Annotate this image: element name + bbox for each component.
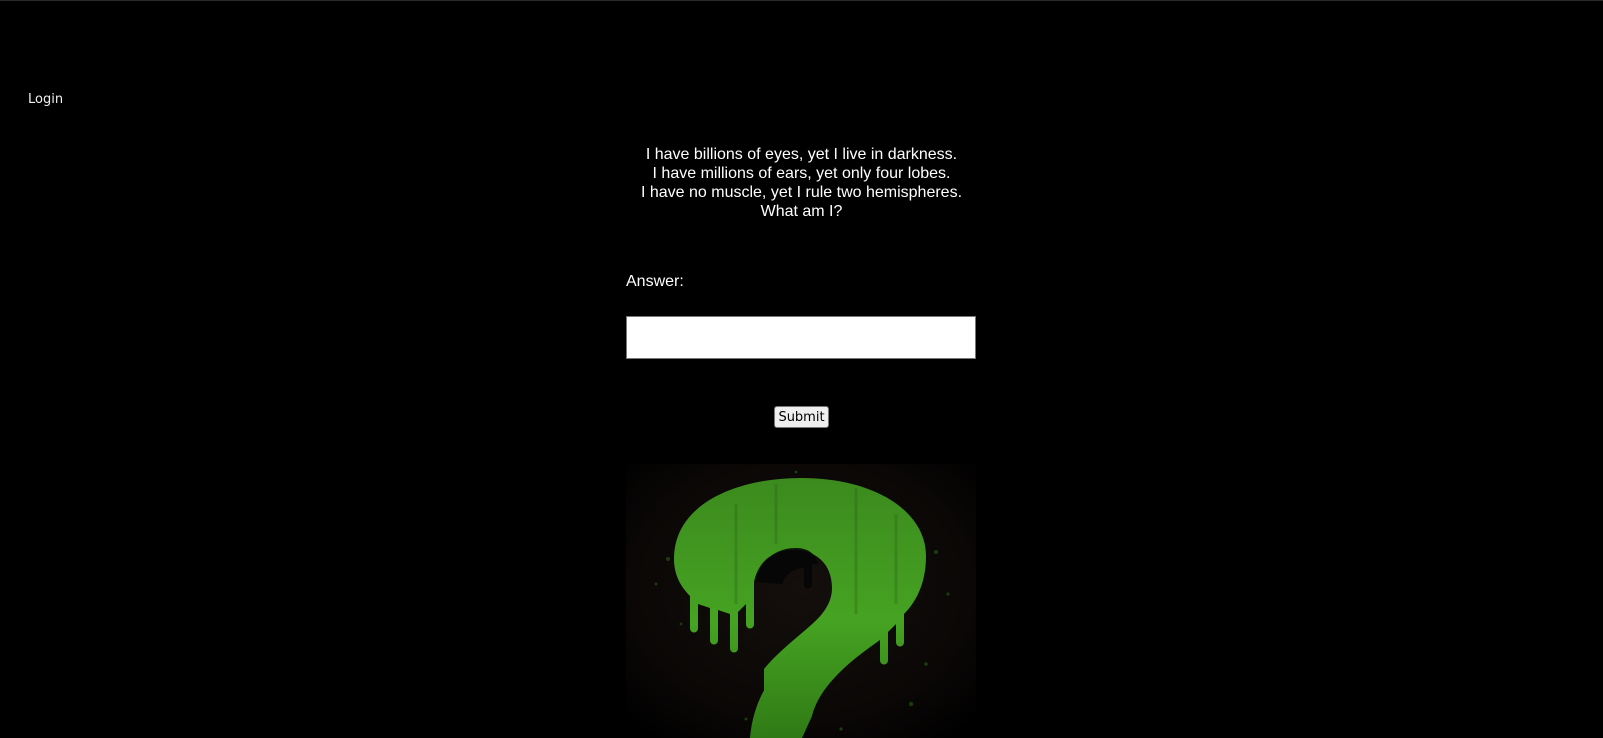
riddle-line: I have millions of ears, yet only four l… bbox=[652, 165, 951, 182]
answer-label: Answer: bbox=[626, 273, 684, 290]
login-link[interactable]: Login bbox=[28, 92, 63, 107]
answer-input[interactable] bbox=[626, 316, 976, 359]
riddle-line: I have no muscle, yet I rule two hemisph… bbox=[640, 184, 963, 201]
top-border bbox=[0, 0, 1603, 1]
riddle-line: I have billions of eyes, yet I live in d… bbox=[645, 146, 958, 163]
question-mark-image bbox=[626, 464, 976, 738]
riddle-text: I have billions of eyes, yet I live in d… bbox=[540, 145, 1063, 221]
riddle-question: What am I? bbox=[760, 203, 843, 220]
submit-button[interactable]: Submit bbox=[774, 406, 829, 428]
